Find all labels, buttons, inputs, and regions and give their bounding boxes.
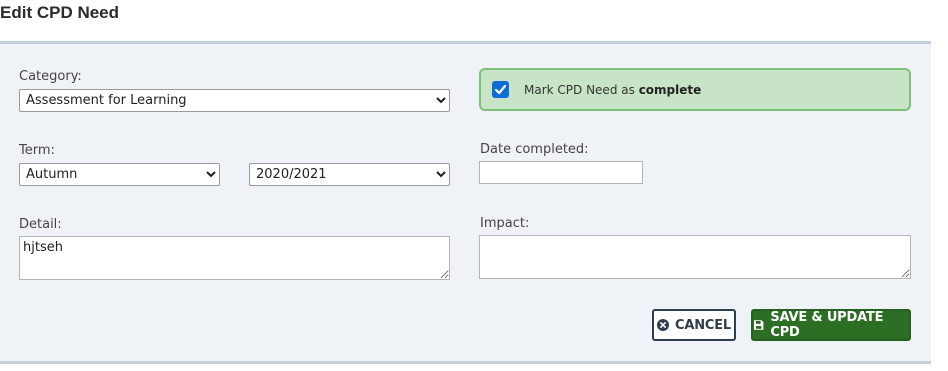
- detail-textarea[interactable]: hjtseh: [19, 236, 450, 280]
- complete-label-bold: complete: [638, 83, 702, 97]
- date-completed-label: Date completed:: [480, 142, 589, 157]
- floppy-disk-icon: [753, 320, 764, 330]
- complete-checkbox[interactable]: [492, 81, 509, 98]
- complete-label-prefix: Mark CPD Need as: [524, 83, 635, 97]
- save-update-button[interactable]: SAVE & UPDATE CPD: [751, 309, 911, 341]
- impact-textarea[interactable]: [479, 235, 911, 279]
- detail-label: Detail:: [19, 217, 62, 232]
- category-label: Category:: [19, 69, 82, 84]
- times-circle-icon: [657, 319, 669, 331]
- save-button-label: SAVE & UPDATE CPD: [770, 310, 884, 340]
- checkmark-icon: [494, 84, 507, 95]
- edit-form-panel: Category: Assessment for Learning Mark C…: [0, 41, 931, 364]
- academic-year-select[interactable]: 2020/2021: [249, 163, 450, 186]
- complete-label: Mark CPD Need as complete: [524, 83, 701, 97]
- term-label: Term:: [19, 143, 55, 158]
- category-select[interactable]: Assessment for Learning: [19, 89, 450, 112]
- impact-label: Impact:: [480, 216, 530, 231]
- cancel-button-label: CANCEL: [675, 317, 731, 333]
- cancel-button[interactable]: CANCEL: [652, 309, 736, 341]
- mark-complete-box[interactable]: Mark CPD Need as complete: [479, 68, 911, 111]
- term-select[interactable]: Autumn: [19, 163, 220, 186]
- date-completed-input[interactable]: [479, 161, 643, 184]
- page-title: Edit CPD Need: [0, 3, 120, 22]
